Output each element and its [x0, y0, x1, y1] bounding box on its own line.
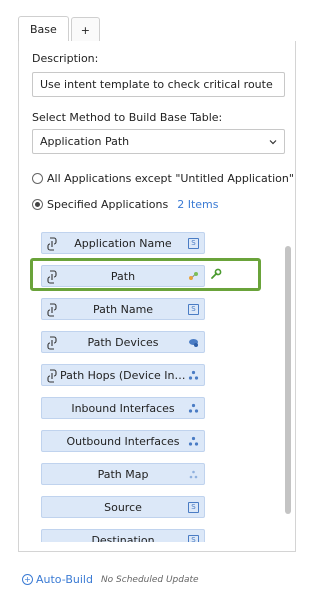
map-icon	[189, 470, 198, 479]
tab-base[interactable]: Base	[18, 16, 69, 42]
field-label: Source	[104, 500, 142, 514]
method-label: Select Method to Build Base Table:	[32, 111, 223, 124]
list-item-application-name[interactable]: Application Name S	[41, 232, 205, 254]
field-label: Outbound Interfaces	[66, 434, 180, 448]
interfaces-icon	[188, 436, 199, 446]
add-tab-button[interactable]: +	[70, 17, 101, 42]
link-grip-icon	[47, 237, 57, 251]
radio-all-label: All Applications except "Untitled Applic…	[47, 172, 294, 185]
text-type-icon: S	[188, 304, 199, 315]
wrench-icon[interactable]	[210, 268, 222, 280]
link-grip-icon	[47, 336, 57, 350]
footer-bar: + Auto-Build No Scheduled Update	[22, 573, 199, 586]
hops-icon	[188, 370, 199, 380]
radio-specified-label: Specified Applications	[47, 198, 169, 211]
description-value: Use intent template to check critical ro…	[40, 78, 273, 91]
list-item-source[interactable]: Source S	[41, 496, 205, 518]
list-item-path-name[interactable]: Path Name S	[41, 298, 205, 320]
radio-button[interactable]	[32, 173, 43, 184]
field-label: Path Name	[92, 302, 154, 316]
text-type-icon: S	[188, 535, 199, 542]
list-item-path-devices[interactable]: Path Devices	[41, 331, 205, 353]
text-type-icon: S	[188, 502, 199, 513]
field-label: Path Hops (Device Inte...	[60, 368, 186, 382]
tab-bar: Base +	[18, 16, 101, 42]
list-item-inbound-interfaces[interactable]: Inbound Interfaces	[41, 397, 205, 419]
field-label: Path Devices	[87, 335, 159, 349]
method-selected-value: Application Path	[40, 135, 130, 148]
chevron-down-icon	[269, 140, 277, 145]
method-select[interactable]: Application Path	[32, 129, 285, 154]
items-count-link[interactable]: 2 Items	[177, 198, 218, 211]
schedule-status: No Scheduled Update	[100, 574, 199, 585]
link-grip-icon	[47, 369, 57, 383]
radio-all-applications[interactable]: All Applications except "Untitled Applic…	[32, 172, 294, 185]
interfaces-icon	[188, 403, 199, 413]
text-type-icon: S	[188, 238, 199, 249]
field-label: Inbound Interfaces	[71, 401, 175, 415]
field-label: Destination	[91, 533, 155, 543]
list-item-path-map[interactable]: Path Map	[41, 463, 205, 485]
devices-icon	[189, 339, 198, 347]
autobuild-link[interactable]: Auto-Build	[36, 573, 93, 586]
radio-specified-applications[interactable]: Specified Applications 2 Items	[32, 198, 219, 211]
selected-item-highlight	[30, 258, 261, 291]
field-label: Path Map	[97, 467, 149, 481]
description-label: Description:	[32, 52, 99, 65]
radio-button-checked[interactable]	[32, 199, 43, 210]
list-item-outbound-interfaces[interactable]: Outbound Interfaces	[41, 430, 205, 452]
autobuild-icon[interactable]: +	[22, 574, 33, 585]
list-item-path-hops[interactable]: Path Hops (Device Inte...	[41, 364, 205, 386]
list-item-destination[interactable]: Destination S	[41, 529, 205, 542]
description-field[interactable]: Use intent template to check critical ro…	[32, 72, 285, 97]
field-label: Application Name	[74, 236, 172, 250]
link-grip-icon	[47, 303, 57, 317]
scrollbar[interactable]	[285, 246, 291, 514]
